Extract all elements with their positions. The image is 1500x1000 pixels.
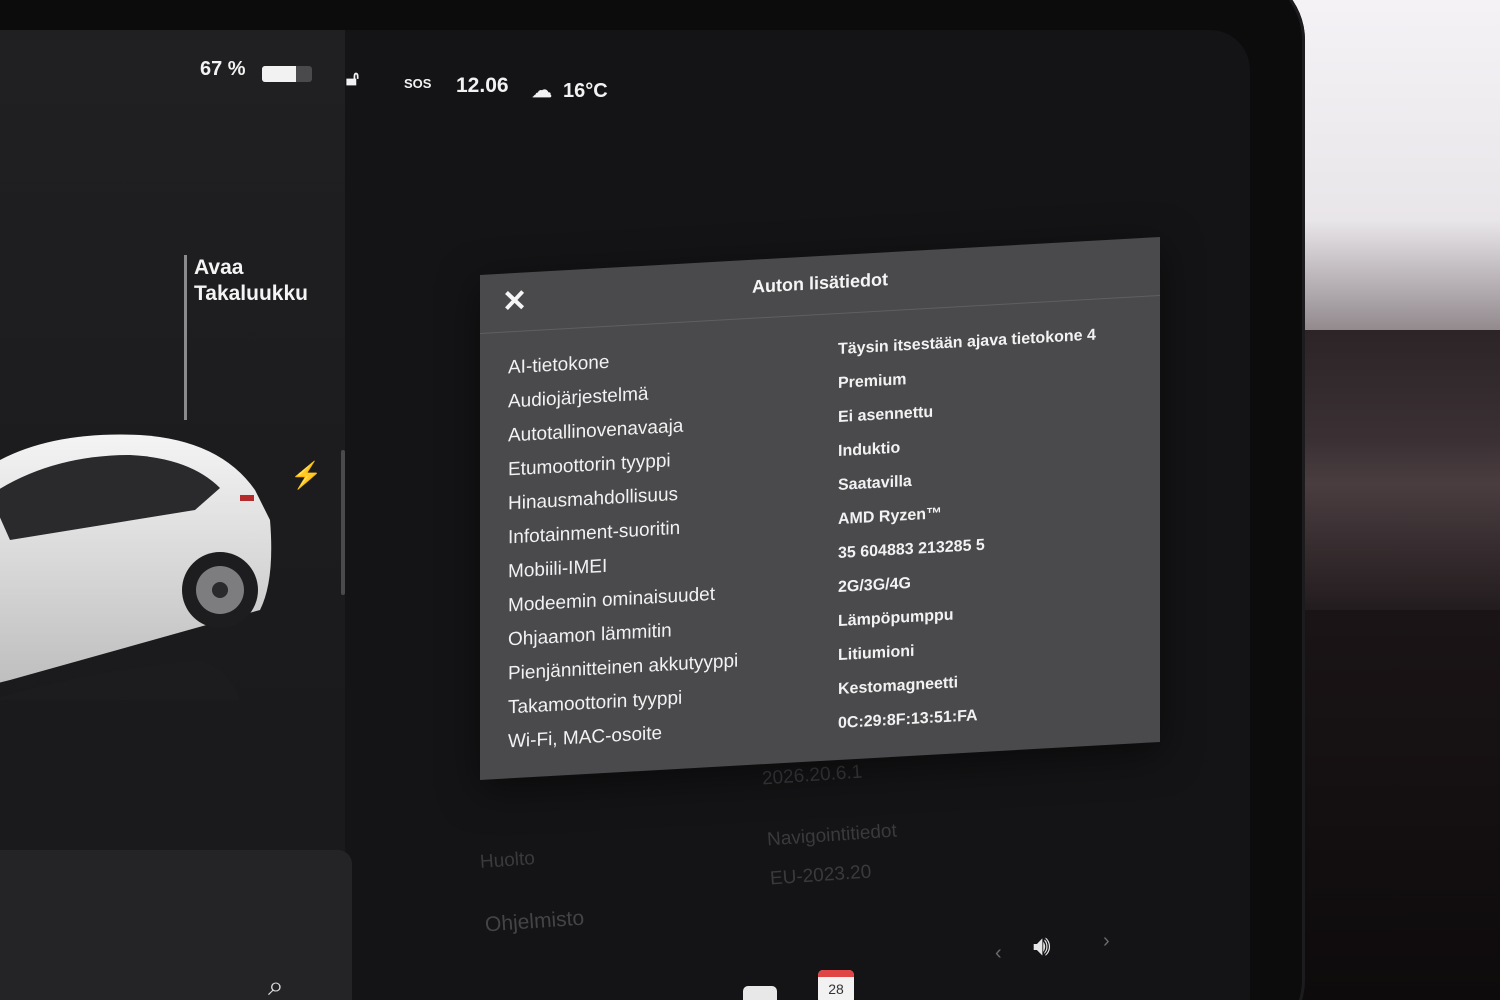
- open-trunk-button[interactable]: Avaa Takaluukku: [194, 255, 308, 307]
- trunk-divider: [184, 255, 187, 420]
- modal-header: ✕ Auton lisätiedot: [480, 236, 1160, 334]
- lock-icon[interactable]: 🔓︎: [346, 68, 359, 91]
- calendar-header: [818, 970, 854, 977]
- bottom-bar: 28 ‹ 🔊︎ ›: [345, 930, 1250, 1000]
- sos-icon[interactable]: SOS: [404, 76, 431, 91]
- outside-temperature: 16°C: [563, 80, 608, 102]
- charge-port-icon[interactable]: ⚡: [290, 460, 322, 491]
- chevron-right-icon[interactable]: ›: [1103, 930, 1110, 953]
- battery-percent: 67 %: [200, 58, 246, 80]
- navigation-value: EU-2023.20: [769, 861, 872, 890]
- cloud-icon: ☁: [532, 80, 552, 102]
- vehicle-details-modal: ✕ Auton lisätiedot AI-tietokone Täysin it…: [480, 236, 1160, 780]
- app-icon[interactable]: [743, 986, 777, 1000]
- version-value: 2026.20.6.1: [761, 761, 863, 790]
- calendar-icon[interactable]: 28: [818, 970, 854, 1000]
- trunk-button-line2: Takaluukku: [194, 282, 308, 305]
- navigation-label: Navigointitiedot: [766, 820, 898, 851]
- photo-scene: Avaa Takaluukku ⚡ ⌕ 67 % 🔓︎ SOS 12.06 ☁ …: [0, 0, 1500, 1000]
- spec-value: 0C:29:8F:13:51:FA: [838, 707, 978, 732]
- sidebar-item-service[interactable]: Huolto: [479, 848, 535, 874]
- touchscreen: Avaa Takaluukku ⚡ ⌕ 67 % 🔓︎ SOS 12.06 ☁ …: [0, 30, 1250, 1000]
- panel-scrollbar[interactable]: [341, 450, 345, 595]
- battery-icon: [262, 66, 312, 82]
- trunk-button-line1: Avaa: [194, 256, 244, 279]
- car-panel: Avaa Takaluukku ⚡ ⌕: [0, 30, 352, 1000]
- search-icon[interactable]: ⌕: [268, 970, 284, 1000]
- clock: 12.06: [456, 74, 509, 97]
- battery-fill: [262, 66, 296, 82]
- spec-list: AI-tietokone Täysin itsestään ajava tieto…: [508, 316, 1148, 760]
- modal-title: Auton lisätiedot: [752, 269, 888, 297]
- chevron-left-icon[interactable]: ‹: [995, 942, 1002, 965]
- lower-card[interactable]: [0, 850, 352, 1000]
- volume-icon[interactable]: 🔊︎: [1033, 930, 1051, 963]
- car-image: [0, 434, 272, 700]
- calendar-day: 28: [828, 981, 844, 997]
